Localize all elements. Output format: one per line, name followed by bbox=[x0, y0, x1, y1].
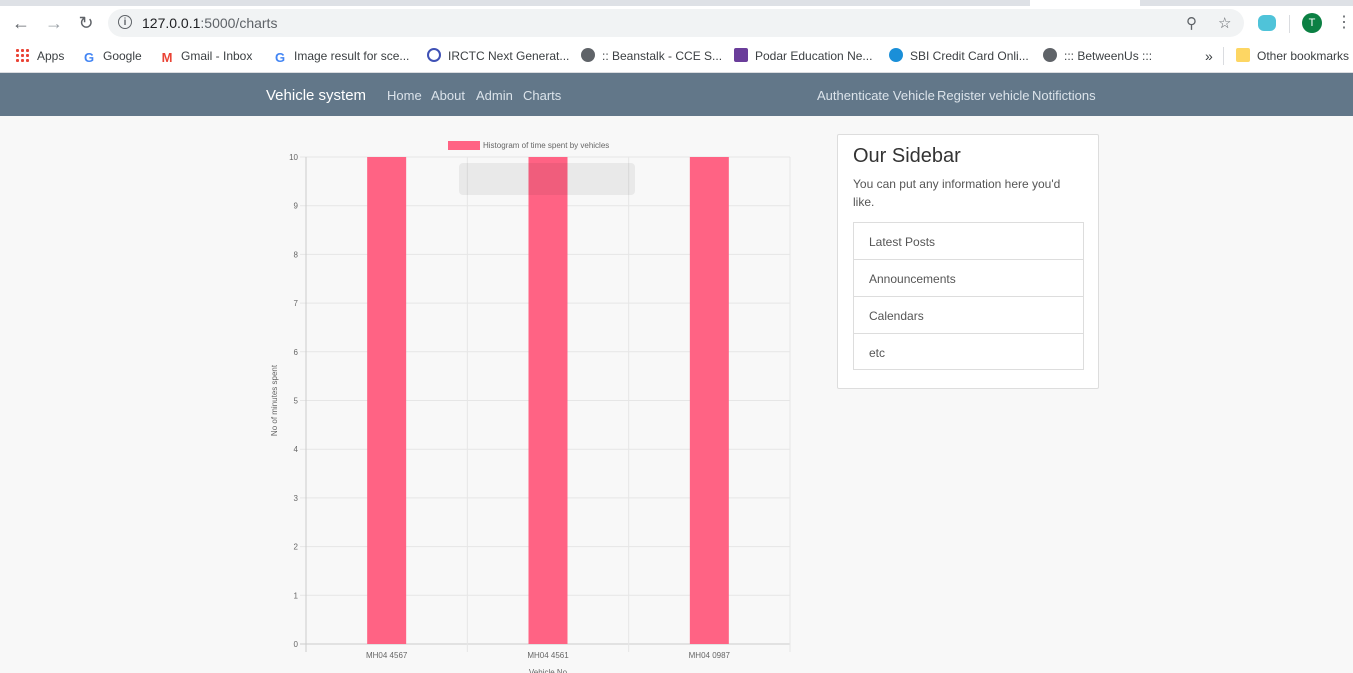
bookmarks-overflow-icon[interactable]: » bbox=[1205, 47, 1213, 65]
x-tick-label: MH04 4567 bbox=[366, 651, 408, 660]
sidebar-title: Our Sidebar bbox=[853, 145, 961, 167]
extension-icon[interactable] bbox=[1258, 15, 1276, 31]
y-axis-title: No of minutes spent bbox=[270, 364, 279, 436]
y-tick-label: 1 bbox=[294, 591, 299, 600]
legend-swatch bbox=[448, 141, 480, 150]
bookmark-label: :: Beanstalk - CCE S... bbox=[602, 49, 723, 63]
globe-icon bbox=[581, 48, 595, 62]
bookmark-beanstalk[interactable]: :: Beanstalk - CCE S... bbox=[581, 47, 722, 65]
y-tick-label: 0 bbox=[294, 640, 299, 649]
nav-charts[interactable]: Charts bbox=[523, 88, 561, 103]
x-tick-label: MH04 0987 bbox=[689, 651, 731, 660]
profile-avatar[interactable]: T bbox=[1302, 13, 1322, 33]
sidebar-item-latest-posts[interactable]: Latest Posts bbox=[853, 222, 1084, 259]
y-tick-label: 5 bbox=[294, 397, 299, 406]
bookmark-star-icon[interactable]: ☆ bbox=[1218, 14, 1231, 32]
nav-admin[interactable]: Admin bbox=[476, 88, 513, 103]
url-host: 127.0.0.1 bbox=[142, 15, 201, 31]
podar-icon bbox=[734, 48, 748, 62]
bookmarks-bar: Apps G Google M Gmail - Inbox G Image resul… bbox=[0, 40, 1353, 73]
y-tick-label: 9 bbox=[294, 202, 299, 211]
legend-label: Histogram of time spent by vehicles bbox=[483, 141, 609, 150]
navbar-brand[interactable]: Vehicle system bbox=[266, 87, 366, 104]
sidebar-panel: Our Sidebar You can put any information … bbox=[837, 134, 1099, 389]
bookmark-gmail[interactable]: M Gmail - Inbox bbox=[160, 47, 253, 65]
reload-icon[interactable]: ↻ bbox=[75, 12, 97, 34]
x-tick-label: MH04 4561 bbox=[527, 651, 569, 660]
tooltip-overlay bbox=[459, 163, 635, 195]
irctc-icon bbox=[427, 48, 441, 62]
browser-toolbar: ← → ↻ i 127.0.0.1:5000/charts ⚲ ☆ T ⋮ bbox=[0, 6, 1353, 40]
sidebar-list: Latest Posts Announcements Calendars etc bbox=[853, 222, 1084, 370]
y-tick-label: 3 bbox=[294, 494, 299, 503]
bookmarks-separator bbox=[1223, 47, 1224, 65]
forward-arrow-icon[interactable]: → bbox=[43, 12, 65, 34]
bookmark-podar[interactable]: Podar Education Ne... bbox=[734, 47, 872, 65]
other-bookmarks-label: Other bookmarks bbox=[1257, 49, 1350, 63]
x-axis-title: Vehicle No bbox=[529, 668, 568, 673]
menu-dots-icon[interactable]: ⋮ bbox=[1336, 13, 1352, 33]
nav-about[interactable]: About bbox=[431, 88, 465, 103]
bar-chart: 0 1 2 3 4 5 6 7 8 9 10 MH04 4567 MH04 4561 MH04 0987 V… bbox=[270, 141, 791, 673]
sidebar-description: You can put any information here you'd l… bbox=[853, 177, 1061, 209]
bar bbox=[528, 157, 568, 644]
site-info-icon[interactable]: i bbox=[118, 15, 132, 29]
url-path: :5000/charts bbox=[200, 15, 278, 31]
zoom-icon[interactable]: ⚲ bbox=[1186, 14, 1197, 32]
sidebar-item-announcements[interactable]: Announcements bbox=[853, 259, 1084, 296]
gmail-icon: M bbox=[161, 50, 173, 65]
address-bar[interactable]: i 127.0.0.1:5000/charts ⚲ ☆ bbox=[108, 9, 1244, 37]
y-tick-label: 6 bbox=[294, 348, 299, 357]
bookmark-label: Apps bbox=[37, 49, 65, 63]
folder-icon bbox=[1236, 48, 1250, 62]
site-navbar: Vehicle system Home About Admin Charts A… bbox=[0, 73, 1353, 116]
bookmark-google[interactable]: G Google bbox=[82, 47, 142, 65]
google-icon: G bbox=[274, 50, 286, 65]
nav-notifications[interactable]: Notifictions bbox=[1032, 88, 1096, 103]
y-tick-label: 2 bbox=[294, 543, 299, 552]
globe-icon bbox=[1043, 48, 1057, 62]
sbi-icon bbox=[889, 48, 903, 62]
y-tick-label: 8 bbox=[294, 250, 299, 259]
bar bbox=[367, 157, 407, 644]
sidebar-item-calendars[interactable]: Calendars bbox=[853, 296, 1084, 333]
toolbar-separator bbox=[1289, 15, 1290, 33]
sidebar-item-etc[interactable]: etc bbox=[853, 333, 1084, 370]
bookmark-sbi[interactable]: SBI Credit Card Onli... bbox=[889, 47, 1029, 65]
bookmark-label: Image result for sce... bbox=[294, 49, 410, 63]
other-bookmarks[interactable]: Other bookmarks bbox=[1236, 47, 1349, 65]
bookmark-irctc[interactable]: IRCTC Next Generat... bbox=[427, 47, 569, 65]
bookmark-label: ::: BetweenUs ::: bbox=[1064, 49, 1153, 63]
y-tick-label: 7 bbox=[294, 299, 299, 308]
nav-home[interactable]: Home bbox=[387, 88, 422, 103]
url-text[interactable]: 127.0.0.1:5000/charts bbox=[142, 15, 277, 31]
bookmark-betweenus[interactable]: ::: BetweenUs ::: bbox=[1043, 47, 1152, 65]
bookmark-apps[interactable]: Apps bbox=[15, 47, 64, 65]
bookmark-image-result[interactable]: G Image result for sce... bbox=[273, 47, 409, 65]
y-tick-label: 10 bbox=[289, 153, 298, 162]
bookmark-label: Google bbox=[103, 49, 142, 63]
google-icon: G bbox=[82, 50, 96, 65]
bookmark-label: Gmail - Inbox bbox=[181, 49, 253, 63]
bookmark-label: Podar Education Ne... bbox=[755, 49, 873, 63]
bookmark-label: SBI Credit Card Onli... bbox=[910, 49, 1029, 63]
back-arrow-icon[interactable]: ← bbox=[10, 12, 32, 34]
apps-grid-icon bbox=[15, 48, 29, 62]
bar bbox=[689, 157, 729, 644]
nav-authenticate-vehicle[interactable]: Authenticate Vehicle bbox=[817, 88, 935, 103]
y-tick-label: 4 bbox=[294, 445, 299, 454]
nav-register-vehicle[interactable]: Register vehicle bbox=[937, 88, 1030, 103]
bookmark-label: IRCTC Next Generat... bbox=[448, 49, 570, 63]
